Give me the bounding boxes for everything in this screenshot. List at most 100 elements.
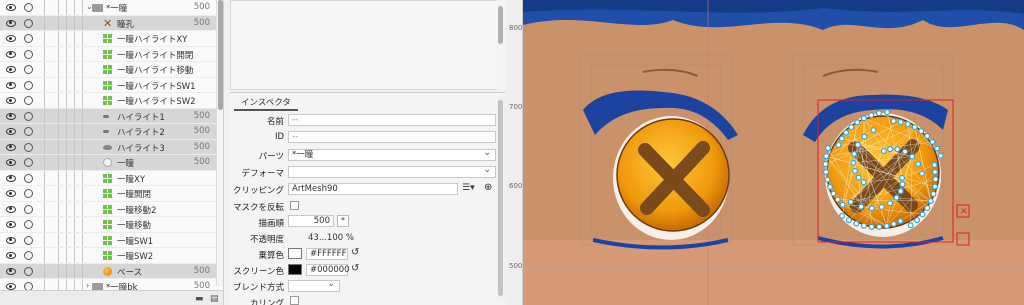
- mesh-vertex[interactable]: [883, 222, 890, 229]
- layer-row[interactable]: ハイライト2 500: [0, 124, 216, 140]
- mesh-vertex[interactable]: [824, 176, 831, 183]
- visibility-eye-icon[interactable]: [6, 81, 16, 89]
- target-icon[interactable]: ⊕: [484, 182, 492, 193]
- upper-scrollbar-thumb[interactable]: [498, 6, 503, 44]
- visibility-eye-icon[interactable]: [6, 236, 16, 244]
- reset-multiply-icon[interactable]: ↺: [351, 247, 359, 258]
- opacity-value[interactable]: 43...100 %: [308, 233, 354, 243]
- visibility-eye-icon[interactable]: [6, 4, 16, 11]
- draw-order-field[interactable]: 500: [288, 215, 334, 227]
- upper-scrollbar[interactable]: [497, 0, 505, 90]
- mesh-vertex[interactable]: [919, 211, 926, 218]
- mesh-vertex[interactable]: [880, 148, 887, 155]
- mesh-vertex[interactable]: [823, 169, 830, 176]
- draw-order-button[interactable]: *: [337, 215, 349, 227]
- layer-row[interactable]: 一瞳開閉: [0, 186, 216, 202]
- mesh-vertex[interactable]: [887, 146, 894, 153]
- mesh-vertex[interactable]: [861, 133, 868, 140]
- lock-toggle-icon[interactable]: [24, 65, 33, 74]
- layer-row[interactable]: 一瞳 500: [0, 155, 216, 171]
- lock-toggle-icon[interactable]: [24, 189, 33, 198]
- mesh-vertex[interactable]: [868, 223, 875, 230]
- mesh-vertex[interactable]: [918, 128, 925, 135]
- layer-row[interactable]: 一瞳ハイライトSW2: [0, 93, 216, 109]
- lock-toggle-icon[interactable]: [24, 34, 33, 43]
- mesh-vertex[interactable]: [850, 159, 857, 166]
- visibility-eye-icon[interactable]: [6, 112, 16, 120]
- mesh-vertex[interactable]: [924, 204, 931, 211]
- mesh-vertex[interactable]: [838, 135, 845, 142]
- id-field[interactable]: --: [288, 131, 496, 143]
- mesh-vertex[interactable]: [823, 153, 830, 160]
- visibility-eye-icon[interactable]: [6, 267, 16, 275]
- visibility-eye-icon[interactable]: [6, 221, 16, 228]
- mesh-vertex[interactable]: [847, 198, 854, 205]
- layer-row[interactable]: ⌄ *一瞳 500: [0, 0, 216, 16]
- visibility-eye-icon[interactable]: [6, 283, 16, 290]
- lock-toggle-icon[interactable]: [24, 18, 33, 28]
- layer-row[interactable]: 一瞳移動2: [0, 201, 216, 217]
- lock-toggle-icon[interactable]: [24, 49, 33, 59]
- visibility-eye-icon[interactable]: [6, 66, 16, 73]
- visibility-eye-icon[interactable]: [6, 97, 16, 104]
- mesh-vertex[interactable]: [918, 170, 925, 177]
- mesh-vertex[interactable]: [931, 183, 938, 190]
- mesh-vertex[interactable]: [843, 129, 850, 136]
- name-field[interactable]: --: [288, 114, 496, 126]
- mesh-vertex[interactable]: [884, 109, 891, 116]
- lock-toggle-icon[interactable]: [24, 80, 33, 90]
- lock-toggle-icon[interactable]: [24, 96, 33, 105]
- mesh-vertex[interactable]: [860, 179, 867, 186]
- lock-toggle-icon[interactable]: [24, 111, 33, 121]
- mesh-vertex[interactable]: [860, 115, 867, 122]
- visibility-eye-icon[interactable]: [6, 128, 16, 135]
- mesh-vertex[interactable]: [932, 176, 939, 183]
- visibility-eye-icon[interactable]: [6, 159, 16, 166]
- multiply-color-swatch[interactable]: [288, 248, 302, 259]
- mesh-vertex[interactable]: [899, 181, 906, 188]
- mesh-vertex[interactable]: [878, 203, 885, 210]
- lock-toggle-icon[interactable]: [24, 220, 33, 229]
- mesh-vertex[interactable]: [902, 148, 909, 155]
- multiply-color-field[interactable]: #FFFFFF: [306, 248, 348, 260]
- layer-row[interactable]: 一瞳ハイライト開閉: [0, 46, 216, 62]
- visibility-eye-icon[interactable]: [6, 252, 16, 259]
- mesh-vertex[interactable]: [875, 110, 882, 117]
- inspector-scrollbar[interactable]: [497, 96, 505, 300]
- visibility-eye-icon[interactable]: [6, 190, 16, 197]
- model-canvas[interactable]: ✕: [523, 0, 1024, 305]
- layer-row[interactable]: 一瞳XY: [0, 170, 216, 186]
- layer-row[interactable]: 一瞳移動: [0, 217, 216, 233]
- mesh-vertex[interactable]: [827, 183, 834, 190]
- lock-toggle-icon[interactable]: [24, 251, 33, 260]
- layer-row[interactable]: 一瞳ハイライトXY: [0, 31, 216, 47]
- mesh-vertex[interactable]: [931, 161, 938, 168]
- screen-color-swatch[interactable]: [288, 264, 302, 275]
- mesh-vertex[interactable]: [909, 153, 916, 160]
- mesh-vertex[interactable]: [855, 174, 862, 181]
- visibility-eye-icon[interactable]: [6, 174, 16, 182]
- visibility-eye-icon[interactable]: [6, 143, 16, 151]
- lock-toggle-icon[interactable]: [24, 204, 33, 214]
- lock-toggle-icon[interactable]: [24, 235, 33, 245]
- mesh-vertex[interactable]: [924, 133, 931, 140]
- reset-screen-icon[interactable]: ↺: [351, 263, 359, 274]
- tab-inspector[interactable]: インスペクタ: [234, 95, 298, 111]
- lock-toggle-icon[interactable]: [24, 127, 33, 136]
- mesh-vertex[interactable]: [911, 124, 918, 131]
- culling-checkbox[interactable]: [290, 296, 299, 305]
- layer-row[interactable]: 一瞳ハイライトSW1: [0, 77, 216, 93]
- mesh-vertex[interactable]: [854, 141, 861, 148]
- trash-icon[interactable]: ▤: [210, 294, 219, 304]
- mesh-vertex[interactable]: [897, 188, 904, 195]
- lock-toggle-icon[interactable]: [24, 3, 33, 12]
- screen-color-field[interactable]: #000000: [306, 264, 350, 276]
- mesh-vertex[interactable]: [853, 220, 860, 227]
- deformer-select[interactable]: [288, 165, 496, 178]
- mesh-vertex[interactable]: [915, 161, 922, 168]
- list-menu-icon[interactable]: ☰▾: [462, 183, 475, 193]
- layer-row[interactable]: ハイライト1 500: [0, 108, 216, 124]
- visibility-eye-icon[interactable]: [6, 35, 16, 42]
- layer-row[interactable]: ベース 500: [0, 263, 216, 279]
- mesh-vertex[interactable]: [890, 118, 897, 125]
